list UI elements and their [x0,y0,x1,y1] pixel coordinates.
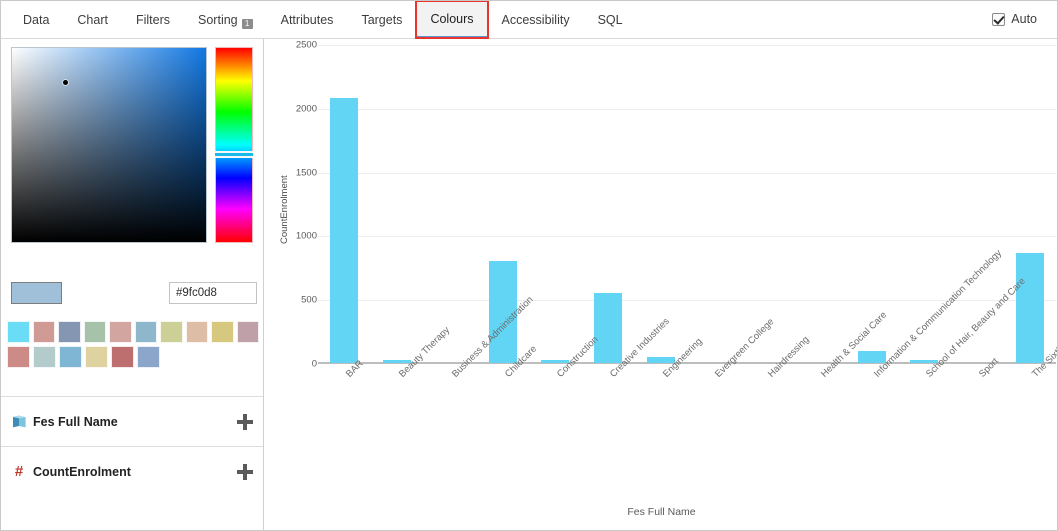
palette-row-2 [7,346,259,368]
tab-label: Chart [77,12,108,27]
tab-attributes[interactable]: Attributes [267,1,348,38]
palette-swatch[interactable] [236,321,259,343]
tab-label: Filters [135,12,171,27]
x-axis-ticks: BAR Beauty Therapy Business & Administrati… [318,248,1057,496]
saturation-value-field[interactable] [11,47,207,243]
auto-label: Auto [1011,12,1037,26]
x-axis-title: Fes Full Name [627,506,696,518]
grid-line [318,108,1056,110]
tab-label: Sorting [198,12,238,27]
palette-swatch[interactable] [58,321,81,343]
y-axis-ticks: 0 500 1000 1500 2000 2500 [265,39,317,530]
value-gradient [12,48,206,242]
palette-swatch[interactable] [59,346,82,368]
tab-label: SQL [597,12,623,27]
field-row[interactable]: # CountEnrolment [1,446,263,496]
tab-data[interactable]: Data [9,1,63,38]
palette-swatches [7,321,259,371]
colour-settings-panel: Fes Full Name # CountEnrolment [1,39,264,530]
tab-chart[interactable]: Chart [63,1,122,38]
chart-designer-window: Data Chart Filters Sorting 1 Attributes Target… [0,0,1058,531]
tab-label: Targets [361,12,403,27]
grid-line [318,45,1056,46]
palette-swatch[interactable] [111,346,134,368]
palette-swatch[interactable] [7,321,30,343]
palette-row-1 [7,321,259,343]
palette-swatch[interactable] [32,321,55,343]
grid-line [318,172,1056,174]
y-tick-label: 2000 [295,103,317,115]
y-tick-label: 1000 [295,230,317,242]
colour-preview-swatch [11,282,62,304]
palette-swatch[interactable] [109,321,132,343]
add-field-button[interactable] [237,463,253,480]
colour-cursor-handle[interactable] [63,80,68,85]
y-tick-label: 2500 [295,39,317,51]
tab-colours[interactable]: Colours [415,1,489,39]
palette-swatch[interactable] [185,321,208,343]
palette-swatch[interactable] [134,321,157,343]
tab-label: Data [23,12,50,27]
measure-hash-icon: # [14,463,24,480]
bar[interactable] [593,293,622,363]
bar[interactable] [330,97,359,363]
field-list: Fes Full Name # CountEnrolment [1,396,263,496]
tab-sql[interactable]: SQL [584,1,637,38]
tab-label: Attributes [280,12,334,27]
auto-checkbox-group[interactable]: Auto [992,12,1037,26]
plot-area [318,45,1056,364]
tab-sorting[interactable]: Sorting 1 [184,1,267,38]
chart-preview: CountEnrolment 0 500 1000 1500 2000 2500 BAR B… [265,39,1057,530]
auto-checkbox[interactable] [992,12,1006,26]
hue-slider-handle[interactable] [215,150,253,158]
hex-colour-input[interactable] [169,282,257,304]
hue-slider[interactable] [215,47,253,243]
y-tick-label: 0 [311,358,317,370]
tab-label: Accessibility [501,12,570,27]
tab-badge-count: 1 [241,18,253,29]
palette-swatch[interactable] [211,321,234,343]
grid-line [318,236,1056,238]
y-tick-label: 500 [301,294,317,306]
field-label: Fes Full Name [33,414,118,429]
palette-swatch[interactable] [137,346,160,368]
bar[interactable] [1015,253,1044,363]
palette-swatch[interactable] [83,321,106,343]
dimension-icon [11,414,27,430]
tab-accessibility[interactable]: Accessibility [488,1,584,38]
add-field-button[interactable] [237,413,253,430]
tab-label: Colours [430,11,474,26]
tab-filters[interactable]: Filters [122,1,184,38]
palette-swatch[interactable] [7,346,30,368]
y-tick-label: 1500 [295,167,317,179]
field-row[interactable]: Fes Full Name [1,396,263,446]
tab-targets[interactable]: Targets [347,1,416,38]
palette-swatch[interactable] [160,321,183,343]
palette-swatch[interactable] [33,346,56,368]
tab-bar: Data Chart Filters Sorting 1 Attributes Target… [1,1,1057,39]
field-label: CountEnrolment [33,464,131,479]
palette-swatch[interactable] [85,346,108,368]
